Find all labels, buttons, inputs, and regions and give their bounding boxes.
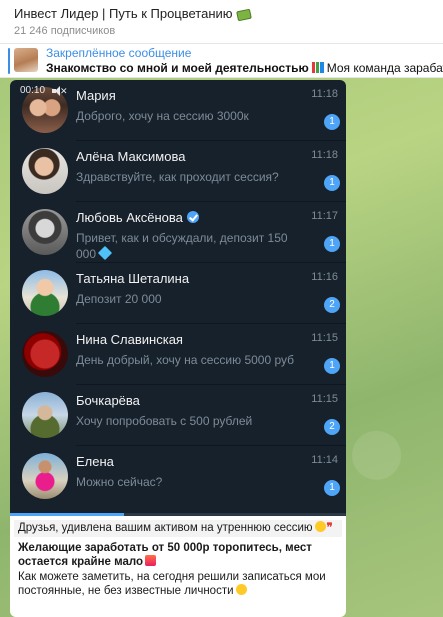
channel-post: 00:10 ✕ Мария Доброго, хочу на сессию 30…	[10, 80, 346, 617]
unread-badge: 1	[324, 114, 340, 130]
unread-badge: 1	[324, 358, 340, 374]
caption-line-3: Как можете заметить, на сегодня решили з…	[18, 570, 338, 599]
unread-badge: 1	[324, 175, 340, 191]
unread-badge: 2	[324, 297, 340, 313]
chat-time: 11:15	[311, 332, 338, 344]
channel-title-wrap: Инвест Лидер | Путь к Процветанию	[14, 6, 252, 21]
chat-name: Бочкарёва	[76, 393, 140, 408]
chat-row[interactable]: Нина Славинская День добрый, хочу на сес…	[10, 324, 346, 385]
fire-emoji-icon	[145, 555, 157, 566]
caption-line-3-text: Как можете заметить, на сегодня решили з…	[18, 570, 326, 598]
smile-emoji-icon	[314, 521, 326, 532]
chat-row[interactable]: Татьяна Шеталина Депозит 20 000 11:16 2	[10, 263, 346, 324]
chat-name: Елена	[76, 454, 114, 469]
chat-time: 11:16	[311, 271, 338, 283]
quote-mark-icon: ❞	[326, 522, 333, 534]
verified-icon	[186, 211, 199, 223]
chat-preview: Хочу попробовать с 500 рублей	[76, 414, 253, 428]
caption-line-2-text: Желающие заработать от 50 000р торопитес…	[18, 541, 312, 569]
chat-time: 11:15	[311, 393, 338, 405]
chat-area: 00:10 ✕ Мария Доброго, хочу на сессию 30…	[0, 78, 443, 617]
chat-preview: День добрый, хочу на сессию 5000 руб	[76, 353, 295, 367]
mute-icon[interactable]: ✕	[52, 86, 68, 96]
chat-row[interactable]: Елена Можно сейчас? 11:14 1	[10, 446, 346, 507]
chat-name: Любовь Аксёнова	[76, 210, 183, 225]
pinned-preview: Моя команда зарабатывает в	[326, 61, 443, 75]
chat-time: 11:18	[311, 149, 338, 161]
chat-name: Алёна Максимова	[76, 149, 186, 164]
chat-row[interactable]: Алёна Максимова Здравствуйте, как проход…	[10, 141, 346, 202]
pinned-label: Закреплённое сообщение	[46, 46, 192, 60]
avatar	[22, 392, 68, 438]
post-caption: Друзья, удивлена вашим активом на утренн…	[10, 516, 346, 599]
channel-header[interactable]: Инвест Лидер | Путь к Процветанию 21 246…	[0, 0, 443, 44]
pinned-thumbnail	[14, 48, 38, 72]
pinned-title: Знакомство со мной и моей деятельностью	[46, 61, 309, 75]
chat-name: Мария	[76, 88, 116, 103]
chart-icon	[311, 62, 324, 73]
chat-preview: Депозит 20 000	[76, 292, 162, 306]
video-timestamp: 00:10	[20, 85, 46, 96]
avatar	[22, 209, 68, 255]
chat-time: 11:14	[311, 454, 338, 466]
chat-preview: Можно сейчас?	[76, 475, 163, 489]
money-icon	[235, 8, 252, 21]
avatar	[22, 453, 68, 499]
chat-row[interactable]: Любовь Аксёнова Привет, как и обсуждали,…	[10, 202, 346, 263]
gem-icon	[97, 245, 113, 261]
chat-row[interactable]: Бочкарёва Хочу попробовать с 500 рублей …	[10, 385, 346, 446]
chat-time: 11:17	[311, 210, 338, 222]
chat-name: Татьяна Шеталина	[76, 271, 190, 286]
pinned-text: Знакомство со мной и моей деятельностью М…	[46, 61, 443, 75]
avatar	[22, 148, 68, 194]
unread-badge: 2	[324, 419, 340, 435]
unread-badge: 1	[324, 236, 340, 252]
avatar	[22, 270, 68, 316]
channel-title: Инвест Лидер | Путь к Процветанию	[14, 6, 233, 21]
caption-line-1: Друзья, удивлена вашим активом на утренн…	[14, 520, 342, 537]
chat-preview: Доброго, хочу на сессию 3000к	[76, 109, 249, 123]
unread-badge: 1	[324, 480, 340, 496]
subscriber-count: 21 246 подписчиков	[14, 25, 116, 37]
video-player[interactable]: 00:10 ✕ Мария Доброго, хочу на сессию 30…	[10, 80, 346, 516]
chat-time: 11:18	[311, 88, 338, 100]
pinned-message-bar[interactable]: Закреплённое сообщение Знакомство со мно…	[0, 44, 443, 78]
pinned-indicator	[8, 48, 10, 74]
avatar	[22, 331, 68, 377]
caption-line-2: Желающие заработать от 50 000р торопитес…	[18, 541, 338, 570]
chat-name-wrap: Любовь Аксёнова	[76, 210, 199, 225]
chat-preview-wrap: Привет, как и обсуждали, депозит 150 000	[76, 230, 296, 262]
chat-name: Нина Славинская	[76, 332, 183, 347]
smile-emoji-icon	[235, 584, 247, 595]
caption-line-1-text: Друзья, удивлена вашим активом на утренн…	[18, 522, 313, 534]
chat-preview: Здравствуйте, как проходит сессия?	[76, 170, 279, 184]
